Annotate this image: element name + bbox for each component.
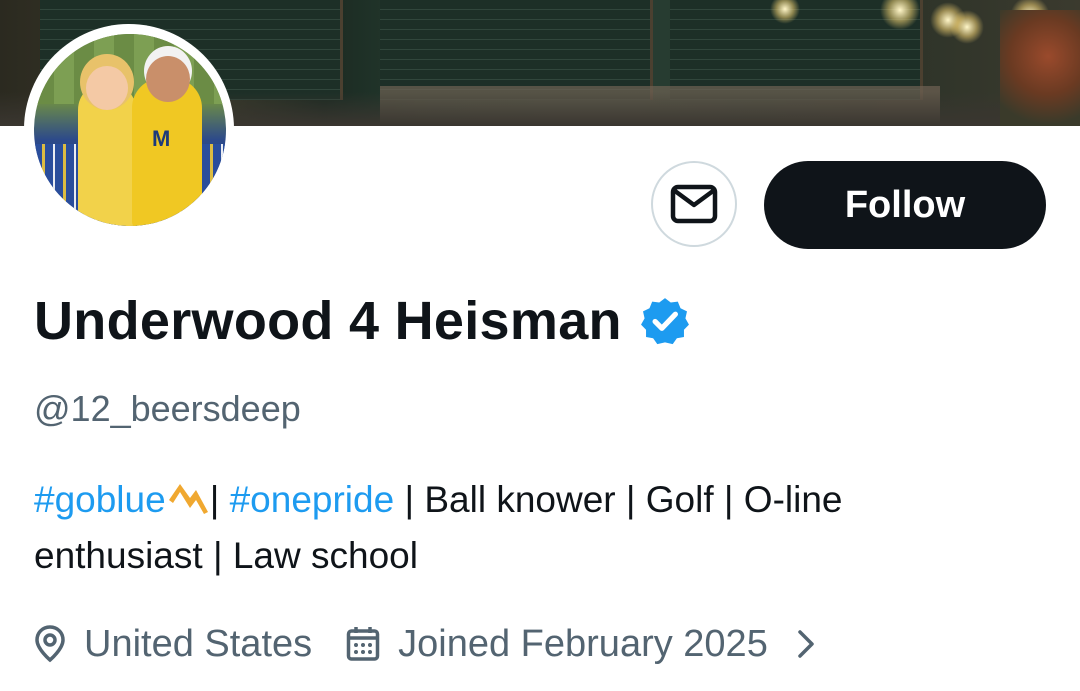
avatar[interactable]: M	[34, 34, 226, 226]
joined-text: Joined February 2025	[398, 622, 768, 665]
location-pin-icon	[35, 625, 65, 663]
display-name: Underwood 4 Heisman	[34, 291, 622, 351]
location-item: United States	[34, 623, 312, 666]
avatar-person-right-head	[146, 56, 190, 102]
name-row: Underwood 4 Heisman	[34, 284, 690, 358]
bio-separator: |	[209, 479, 230, 520]
hashtag-goblue[interactable]: #goblue	[34, 479, 166, 520]
avatar-hoodie-logo: M	[152, 126, 171, 151]
joined-item: Joined February 2025	[346, 623, 768, 666]
hashtag-onepride[interactable]: #onepride	[230, 479, 395, 520]
envelope-icon	[670, 184, 718, 224]
handle: @12_beersdeep	[34, 388, 301, 429]
bio-text-line1: | Ball knower | Golf | O-line	[394, 479, 843, 520]
banner-flowers	[1000, 10, 1080, 126]
chevron-right-icon[interactable]	[796, 628, 816, 660]
banner-menu-board	[380, 0, 653, 100]
message-button[interactable]	[651, 161, 737, 247]
bio: #goblue | #onepride | Ball knower | Golf …	[34, 472, 1044, 584]
avatar-person-left-head	[86, 66, 128, 110]
profile-meta: United States Joined February 2025	[34, 616, 834, 672]
banner-light	[950, 10, 984, 44]
lightning-emoji-icon	[168, 484, 208, 514]
bio-text-line2: enthusiast | Law school	[34, 535, 418, 576]
follow-button[interactable]: Follow	[764, 161, 1046, 249]
calendar-icon	[346, 627, 380, 661]
location-text: United States	[84, 622, 313, 665]
verified-badge-icon[interactable]	[640, 296, 690, 346]
